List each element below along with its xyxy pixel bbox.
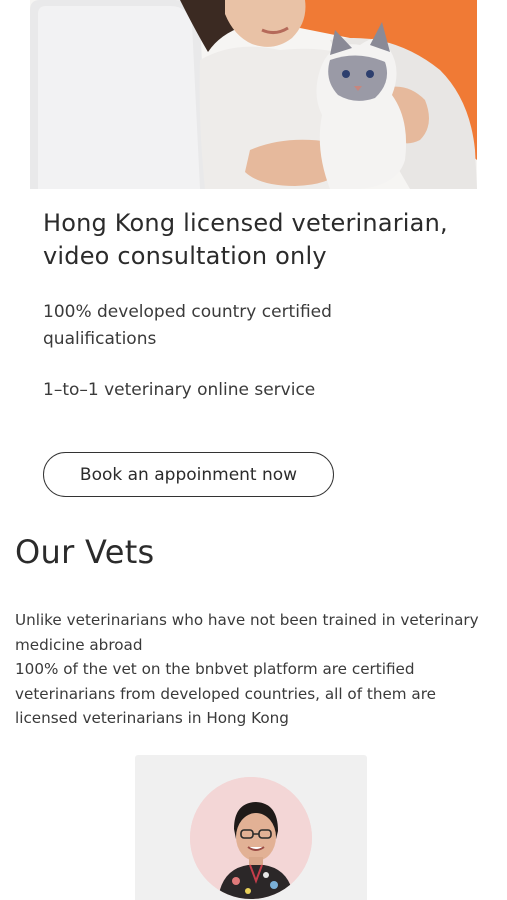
- vets-paragraph: 100% of the vet on the bnbvet platform a…: [15, 660, 436, 727]
- feature-one-to-one: 1–to–1 veterinary online service: [43, 380, 316, 400]
- vets-paragraph: Unlike veterinarians who have not been t…: [15, 611, 479, 654]
- vet-portrait-photo-icon: [190, 777, 312, 899]
- book-appointment-button[interactable]: Book an appoinment now: [43, 452, 334, 497]
- vet-card[interactable]: [135, 755, 367, 900]
- vet-avatar: [190, 777, 312, 899]
- woman-holding-cat-photo-icon: [30, 0, 477, 189]
- section-title-our-vets: Our Vets: [15, 533, 155, 571]
- feature-certified: 100% developed country certified qualifi…: [43, 302, 332, 349]
- hero-content: Hong Kong licensed veterinarian, video c…: [43, 207, 483, 400]
- page: Hong Kong licensed veterinarian, video c…: [0, 0, 507, 900]
- hero-image: [30, 0, 477, 189]
- hero-headline: Hong Kong licensed veterinarian, video c…: [43, 209, 448, 270]
- vets-description: Unlike veterinarians who have not been t…: [15, 608, 500, 731]
